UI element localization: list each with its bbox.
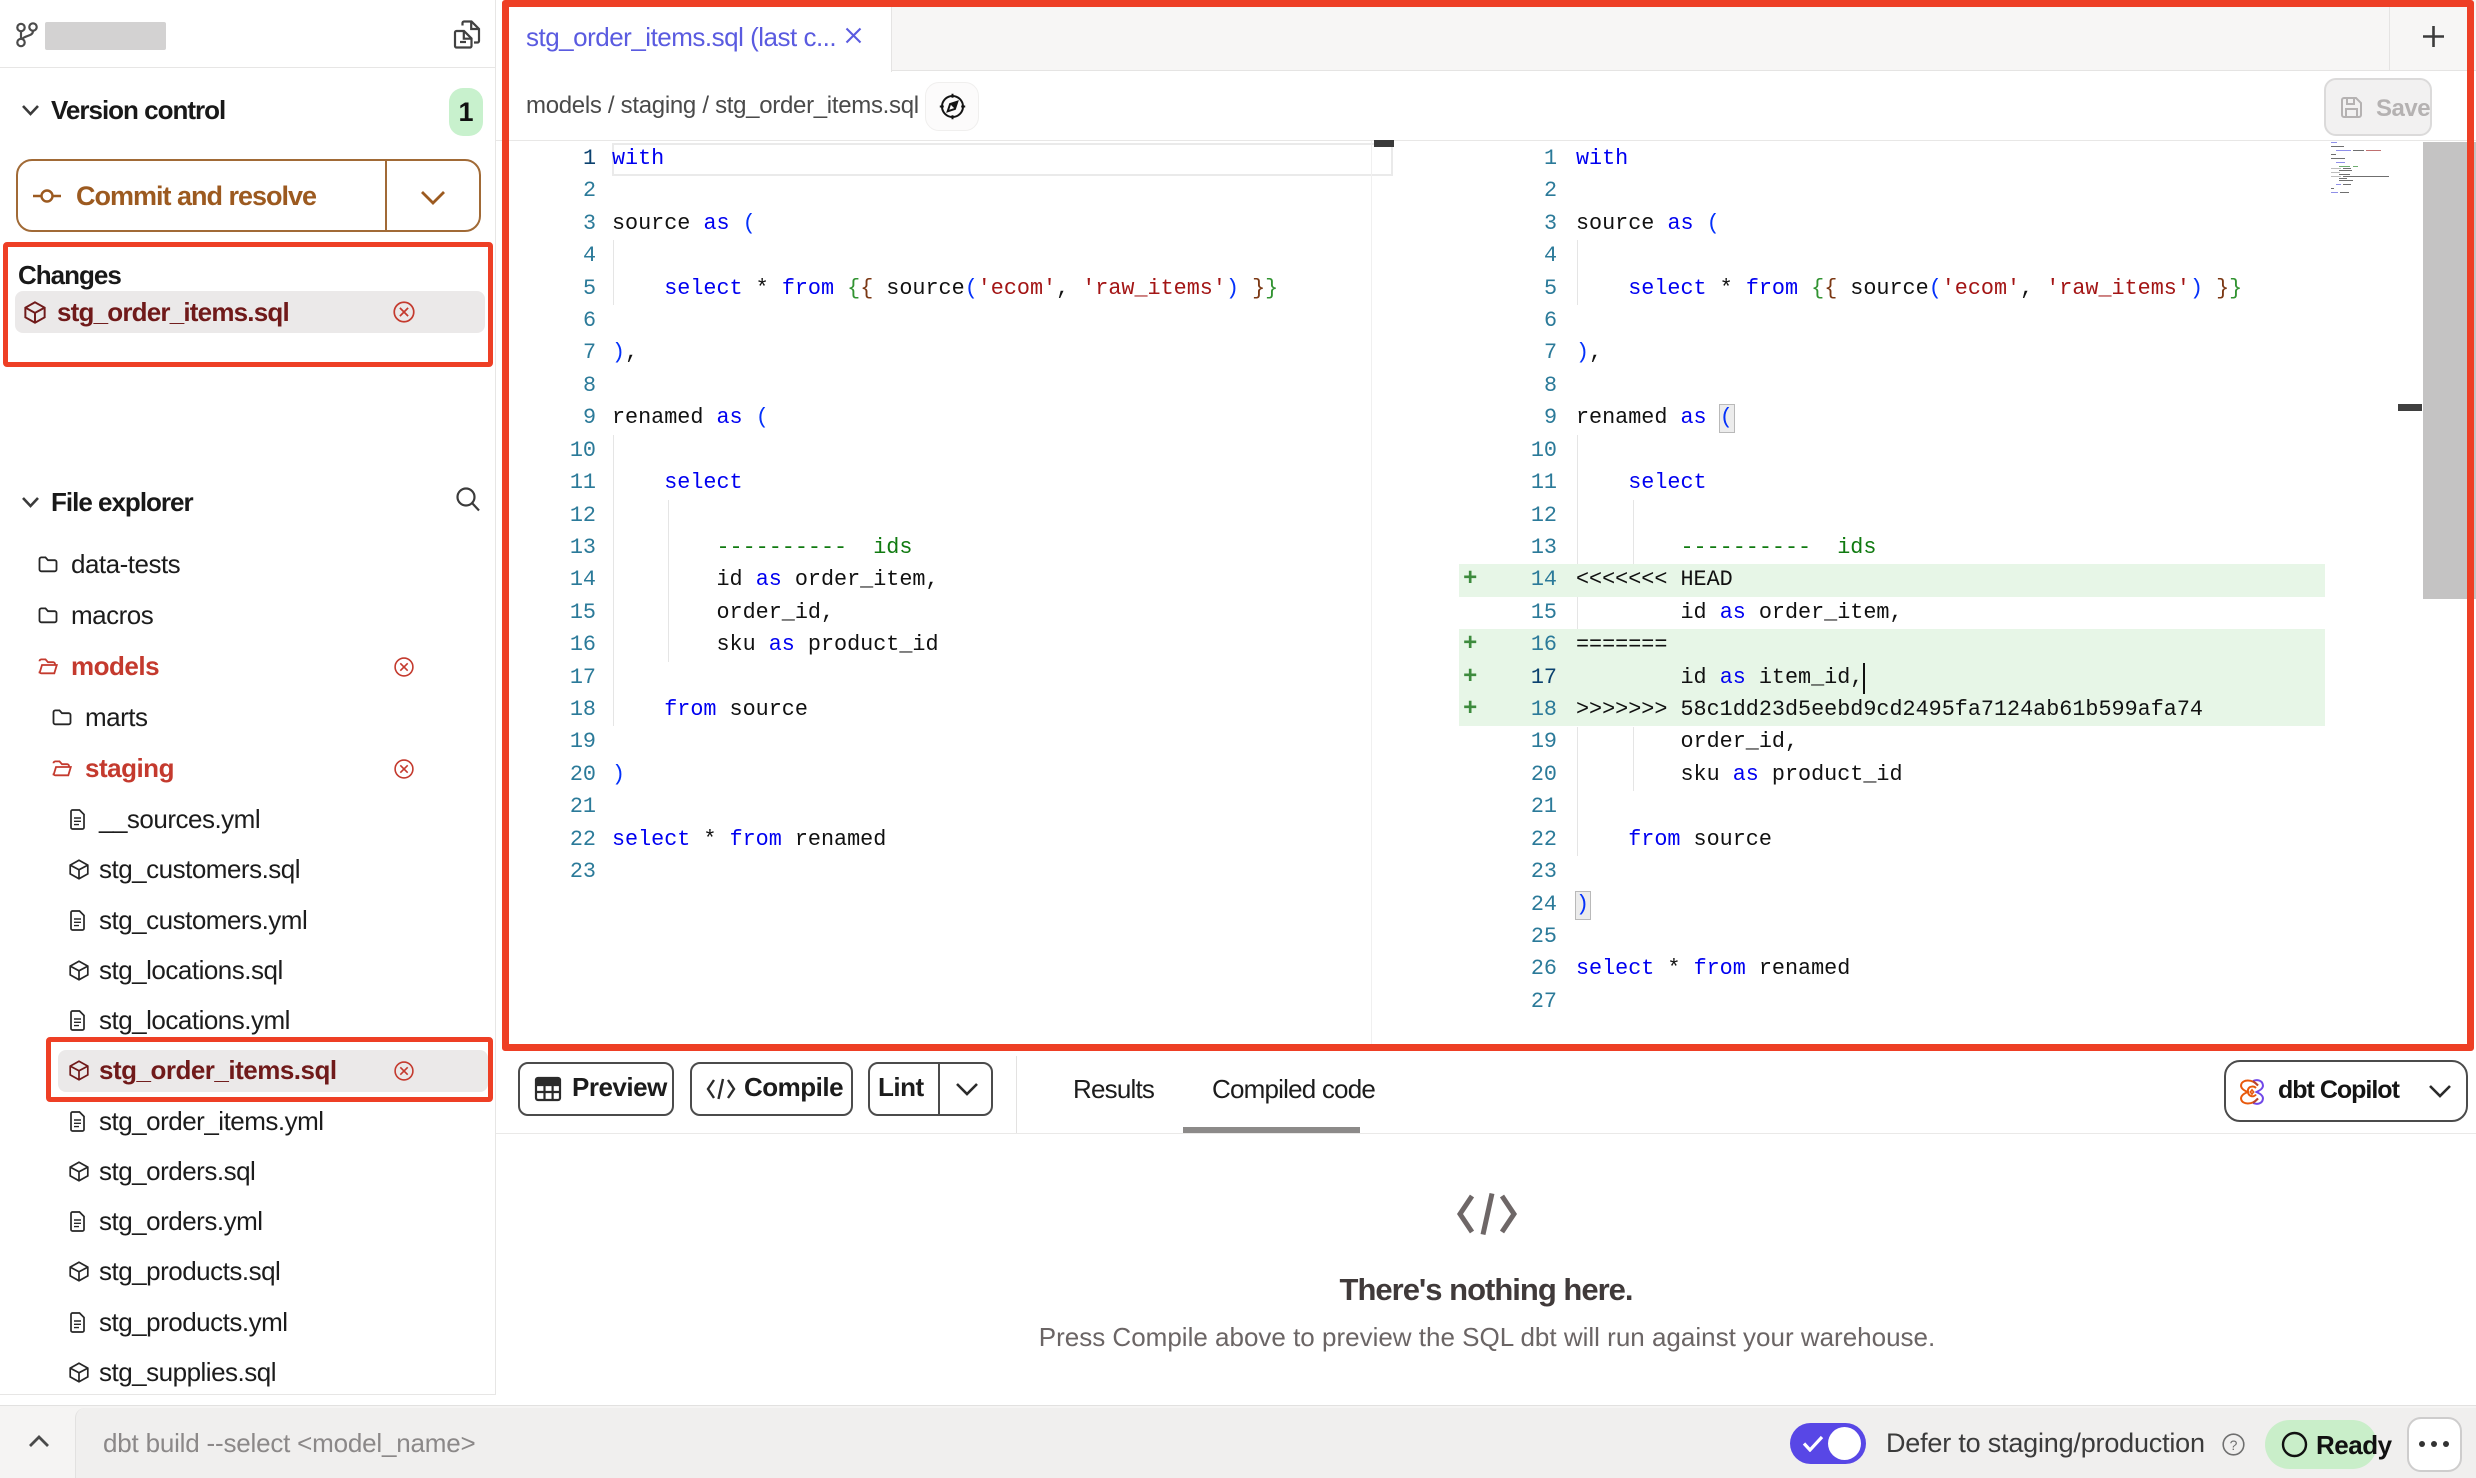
svg-text:?: ? — [2230, 1437, 2238, 1453]
